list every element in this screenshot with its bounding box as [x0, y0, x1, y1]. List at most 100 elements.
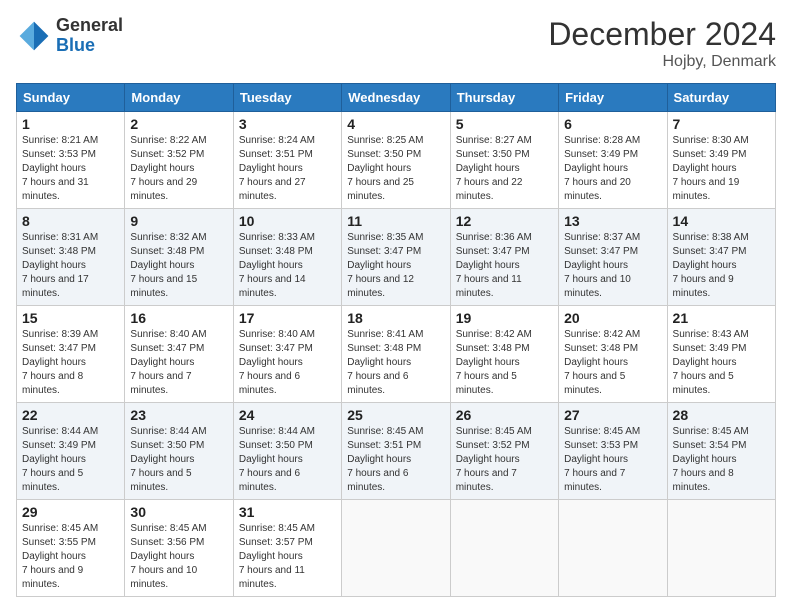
day-number: 1 — [22, 116, 119, 132]
weekday-header: Wednesday — [342, 84, 450, 112]
day-info: Sunrise: 8:32 AMSunset: 3:48 PMDaylight … — [130, 231, 227, 301]
day-info: Sunrise: 8:44 AMSunset: 3:50 PMDaylight … — [130, 425, 227, 495]
calendar-cell: 28 Sunrise: 8:45 AMSunset: 3:54 PMDayligh… — [667, 403, 775, 500]
day-info: Sunrise: 8:30 AMSunset: 3:49 PMDaylight … — [673, 134, 770, 204]
day-info: Sunrise: 8:45 AMSunset: 3:51 PMDaylight … — [347, 425, 444, 495]
calendar-cell: 12 Sunrise: 8:36 AMSunset: 3:47 PMDayligh… — [450, 209, 558, 306]
day-number: 12 — [456, 213, 553, 229]
day-number: 3 — [239, 116, 336, 132]
day-number: 16 — [130, 310, 227, 326]
weekday-header: Thursday — [450, 84, 558, 112]
calendar-cell: 18Sunrise: 8:41 AMSunset: 3:48 PMDayligh… — [342, 306, 450, 403]
calendar-cell: 11Sunrise: 8:35 AMSunset: 3:47 PMDayligh… — [342, 209, 450, 306]
calendar-cell — [559, 500, 667, 597]
calendar-cell: 26Sunrise: 8:45 AMSunset: 3:52 PMDayligh… — [450, 403, 558, 500]
calendar-cell: 16 Sunrise: 8:40 AMSunset: 3:47 PMDayligh… — [125, 306, 233, 403]
logo: General Blue — [16, 16, 123, 56]
calendar-cell: 17Sunrise: 8:40 AMSunset: 3:47 PMDayligh… — [233, 306, 341, 403]
day-number: 6 — [564, 116, 661, 132]
weekday-header: Monday — [125, 84, 233, 112]
calendar-cell: 6 Sunrise: 8:28 AMSunset: 3:49 PMDaylight… — [559, 112, 667, 209]
weekday-header: Sunday — [17, 84, 125, 112]
calendar-cell: 29Sunrise: 8:45 AMSunset: 3:55 PMDayligh… — [17, 500, 125, 597]
calendar-cell: 22 Sunrise: 8:44 AMSunset: 3:49 PMDayligh… — [17, 403, 125, 500]
day-number: 20 — [564, 310, 661, 326]
calendar-cell: 4Sunrise: 8:25 AMSunset: 3:50 PMDaylight… — [342, 112, 450, 209]
day-info: Sunrise: 8:45 AMSunset: 3:57 PMDaylight … — [239, 522, 336, 592]
calendar-header-row: SundayMondayTuesdayWednesdayThursdayFrid… — [17, 84, 776, 112]
month-title: December 2024 — [548, 16, 776, 53]
day-info: Sunrise: 8:31 AMSunset: 3:48 PMDaylight … — [22, 231, 119, 301]
day-number: 7 — [673, 116, 770, 132]
day-info: Sunrise: 8:21 AMSunset: 3:53 PMDaylight … — [22, 134, 119, 204]
logo-blue: Blue — [56, 35, 95, 55]
day-number: 22 — [22, 407, 119, 423]
day-number: 28 — [673, 407, 770, 423]
day-number: 27 — [564, 407, 661, 423]
day-number: 5 — [456, 116, 553, 132]
day-number: 9 — [130, 213, 227, 229]
title-block: December 2024 Hojby, Denmark — [548, 16, 776, 71]
day-info: Sunrise: 8:45 AMSunset: 3:56 PMDaylight … — [130, 522, 227, 592]
day-info: Sunrise: 8:36 AMSunset: 3:47 PMDaylight … — [456, 231, 553, 301]
day-number: 13 — [564, 213, 661, 229]
calendar-cell: 15Sunrise: 8:39 AMSunset: 3:47 PMDayligh… — [17, 306, 125, 403]
weekday-header: Friday — [559, 84, 667, 112]
day-info: Sunrise: 8:42 AMSunset: 3:48 PMDaylight … — [456, 328, 553, 398]
calendar-week-row: 29Sunrise: 8:45 AMSunset: 3:55 PMDayligh… — [17, 500, 776, 597]
day-number: 30 — [130, 504, 227, 520]
day-info: Sunrise: 8:28 AMSunset: 3:49 PMDaylight … — [564, 134, 661, 204]
day-info: Sunrise: 8:37 AMSunset: 3:47 PMDaylight … — [564, 231, 661, 301]
calendar-cell: 14 Sunrise: 8:38 AMSunset: 3:47 PMDayligh… — [667, 209, 775, 306]
calendar-cell — [667, 500, 775, 597]
calendar-cell: 27 Sunrise: 8:45 AMSunset: 3:53 PMDayligh… — [559, 403, 667, 500]
day-info: Sunrise: 8:40 AMSunset: 3:47 PMDaylight … — [130, 328, 227, 398]
day-info: Sunrise: 8:43 AMSunset: 3:49 PMDaylight … — [673, 328, 770, 398]
calendar-cell: 24Sunrise: 8:44 AMSunset: 3:50 PMDayligh… — [233, 403, 341, 500]
logo-text: General Blue — [56, 16, 123, 56]
calendar-cell: 25 Sunrise: 8:45 AMSunset: 3:51 PMDayligh… — [342, 403, 450, 500]
day-info: Sunrise: 8:42 AMSunset: 3:48 PMDaylight … — [564, 328, 661, 398]
calendar-cell — [450, 500, 558, 597]
day-number: 18 — [347, 310, 444, 326]
day-info: Sunrise: 8:44 AMSunset: 3:49 PMDaylight … — [22, 425, 119, 495]
day-info: Sunrise: 8:38 AMSunset: 3:47 PMDaylight … — [673, 231, 770, 301]
day-number: 14 — [673, 213, 770, 229]
day-info: Sunrise: 8:45 AMSunset: 3:52 PMDaylight … — [456, 425, 553, 495]
day-number: 11 — [347, 213, 444, 229]
calendar-cell: 5 Sunrise: 8:27 AMSunset: 3:50 PMDaylight… — [450, 112, 558, 209]
day-number: 10 — [239, 213, 336, 229]
day-number: 8 — [22, 213, 119, 229]
day-info: Sunrise: 8:33 AMSunset: 3:48 PMDaylight … — [239, 231, 336, 301]
day-info: Sunrise: 8:27 AMSunset: 3:50 PMDaylight … — [456, 134, 553, 204]
logo-icon — [16, 18, 52, 54]
calendar-week-row: 1 Sunrise: 8:21 AMSunset: 3:53 PMDaylight… — [17, 112, 776, 209]
calendar-cell: 9 Sunrise: 8:32 AMSunset: 3:48 PMDaylight… — [125, 209, 233, 306]
calendar-cell: 10 Sunrise: 8:33 AMSunset: 3:48 PMDayligh… — [233, 209, 341, 306]
calendar-table: SundayMondayTuesdayWednesdayThursdayFrid… — [16, 83, 776, 597]
calendar-cell: 1 Sunrise: 8:21 AMSunset: 3:53 PMDaylight… — [17, 112, 125, 209]
day-info: Sunrise: 8:24 AMSunset: 3:51 PMDaylight … — [239, 134, 336, 204]
calendar-week-row: 15Sunrise: 8:39 AMSunset: 3:47 PMDayligh… — [17, 306, 776, 403]
page-header: General Blue December 2024 Hojby, Denmar… — [16, 16, 776, 71]
day-number: 2 — [130, 116, 227, 132]
day-number: 21 — [673, 310, 770, 326]
logo-general: General — [56, 15, 123, 35]
weekday-header: Saturday — [667, 84, 775, 112]
calendar-cell: 13 Sunrise: 8:37 AMSunset: 3:47 PMDayligh… — [559, 209, 667, 306]
day-number: 29 — [22, 504, 119, 520]
location: Hojby, Denmark — [548, 53, 776, 71]
calendar-cell: 3 Sunrise: 8:24 AMSunset: 3:51 PMDaylight… — [233, 112, 341, 209]
day-number: 25 — [347, 407, 444, 423]
day-number: 24 — [239, 407, 336, 423]
calendar-cell: 31Sunrise: 8:45 AMSunset: 3:57 PMDayligh… — [233, 500, 341, 597]
calendar-cell: 2Sunrise: 8:22 AMSunset: 3:52 PMDaylight… — [125, 112, 233, 209]
day-info: Sunrise: 8:45 AMSunset: 3:53 PMDaylight … — [564, 425, 661, 495]
day-number: 23 — [130, 407, 227, 423]
calendar-cell: 8 Sunrise: 8:31 AMSunset: 3:48 PMDaylight… — [17, 209, 125, 306]
calendar-week-row: 8 Sunrise: 8:31 AMSunset: 3:48 PMDaylight… — [17, 209, 776, 306]
day-info: Sunrise: 8:45 AMSunset: 3:54 PMDaylight … — [673, 425, 770, 495]
day-number: 15 — [22, 310, 119, 326]
weekday-header: Tuesday — [233, 84, 341, 112]
calendar-cell — [342, 500, 450, 597]
